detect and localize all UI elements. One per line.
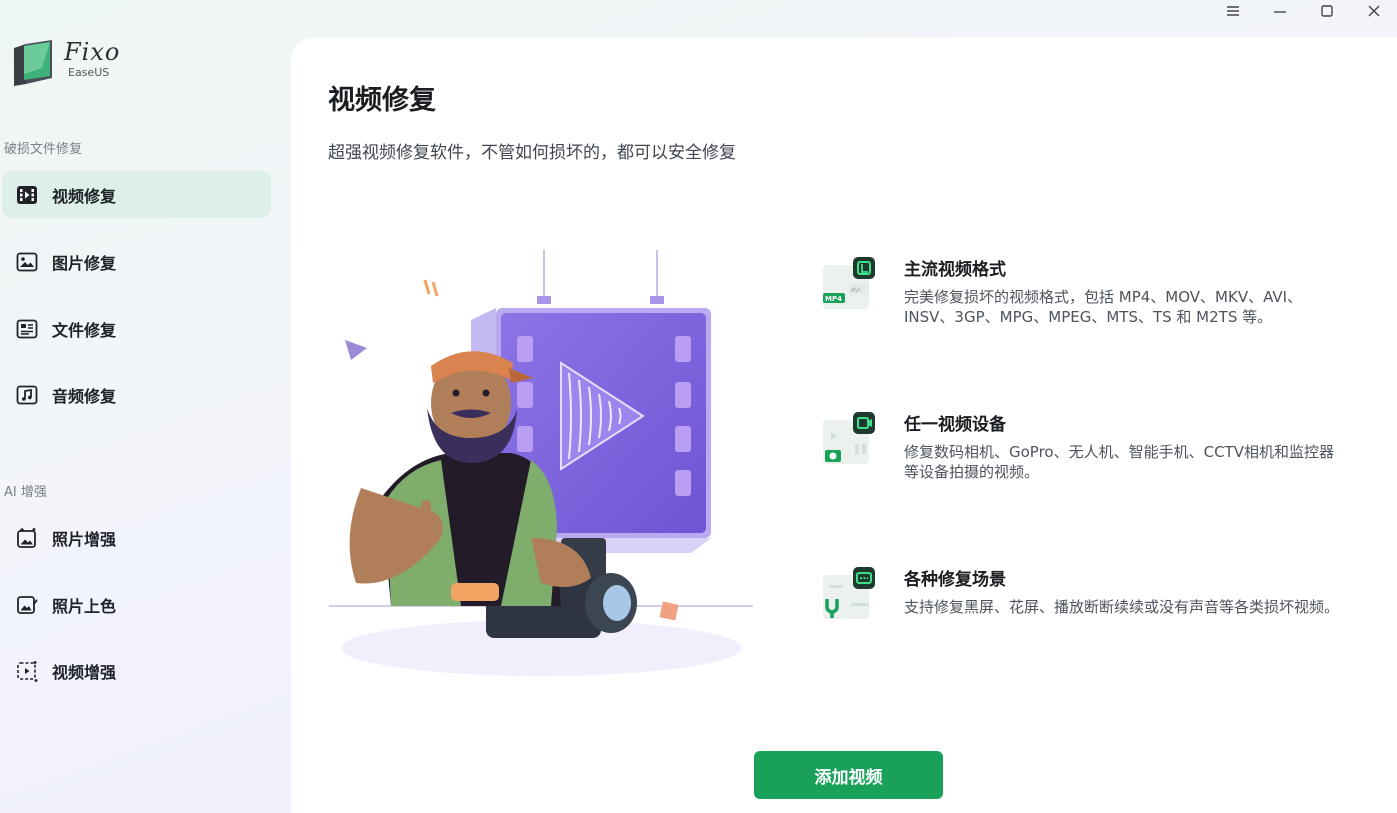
sidebar-item-image-repair[interactable]: 图片修复 <box>2 238 271 285</box>
music-icon <box>16 384 38 406</box>
sidebar-item-label: 视频修复 <box>52 186 117 206</box>
photo-colorize-icon <box>16 594 38 616</box>
app-logo: Fixo EaseUS <box>12 38 120 86</box>
feature-title: 各种修复场景 <box>904 570 1006 590</box>
sidebar-item-label: 图片修复 <box>52 253 117 273</box>
image-icon <box>16 251 38 273</box>
logo-name: Fixo <box>64 38 121 66</box>
window-controls <box>1209 0 1397 22</box>
section-title-ai: AI 增强 <box>4 485 47 500</box>
section-title-repair: 破损文件修复 <box>4 142 83 157</box>
sidebar-item-audio-repair[interactable]: 音频修复 <box>2 371 271 418</box>
video-enhance-icon <box>16 660 38 682</box>
sidebar: Fixo EaseUS 破损文件修复 视频修复 图片修复 文件修复 音频修复 A… <box>0 0 291 813</box>
sidebar-item-label: 照片增强 <box>52 529 117 549</box>
video-format-icon: AVI MP4 <box>821 255 877 311</box>
feature-title: 主流视频格式 <box>904 260 1006 280</box>
main-panel: 视频修复 超强视频修复软件，不管如何损坏的，都可以安全修复 AVI MP4 主流… <box>291 38 1397 813</box>
maximize-icon[interactable] <box>1303 0 1350 22</box>
feature-title: 任一视频设备 <box>904 415 1006 435</box>
feature-desc: 支持修复黑屏、花屏、播放断断续续或没有声音等各类损坏视频。 <box>904 598 1340 616</box>
sidebar-item-label: 视频增强 <box>52 662 117 682</box>
feature-desc: 修复数码相机、GoPro、无人机、智能手机、CCTV相机和监控器等设备拍摄的视频… <box>904 443 1334 481</box>
sidebar-item-video-enhance[interactable]: 视频增强 <box>2 647 271 694</box>
svg-text:MP4: MP4 <box>825 295 842 303</box>
add-video-button[interactable]: 添加视频 <box>754 751 943 799</box>
svg-text:AVI: AVI <box>851 287 861 294</box>
logo-vendor: EaseUS <box>68 66 110 79</box>
repair-scene-icon <box>821 565 877 621</box>
sidebar-item-photo-enhance[interactable]: 照片增强 <box>2 514 271 561</box>
fixo-logo-icon <box>12 38 56 86</box>
page-title: 视频修复 <box>328 85 436 116</box>
feature-desc: 完美修复损坏的视频格式，包括 MP4、MOV、MKV、AVI、INSV、3GP、… <box>904 288 1303 326</box>
feature-formats: AVI MP4 主流视频格式 完美修复损坏的视频格式，包括 MP4、MOV、MK… <box>821 255 1351 365</box>
sidebar-item-document-repair[interactable]: 文件修复 <box>2 305 271 352</box>
document-icon <box>16 318 38 340</box>
feature-devices: 任一视频设备 修复数码相机、GoPro、无人机、智能手机、CCTV相机和监控器等… <box>821 410 1351 500</box>
sidebar-item-video-repair[interactable]: 视频修复 <box>2 171 271 218</box>
close-icon[interactable] <box>1350 0 1397 22</box>
sidebar-item-label: 音频修复 <box>52 386 117 406</box>
video-film-icon <box>16 184 38 206</box>
sidebar-item-photo-colorize[interactable]: 照片上色 <box>2 581 271 628</box>
sidebar-item-label: 文件修复 <box>52 320 117 340</box>
minimize-icon[interactable] <box>1256 0 1303 22</box>
sidebar-item-label: 照片上色 <box>52 596 117 616</box>
hero-illustration <box>321 238 761 678</box>
page-subtitle: 超强视频修复软件，不管如何损坏的，都可以安全修复 <box>328 143 736 163</box>
photo-enhance-icon <box>16 527 38 549</box>
feature-scenarios: 各种修复场景 支持修复黑屏、花屏、播放断断续续或没有声音等各类损坏视频。 <box>821 565 1351 655</box>
menu-icon[interactable] <box>1209 0 1256 22</box>
video-device-icon <box>821 410 877 466</box>
